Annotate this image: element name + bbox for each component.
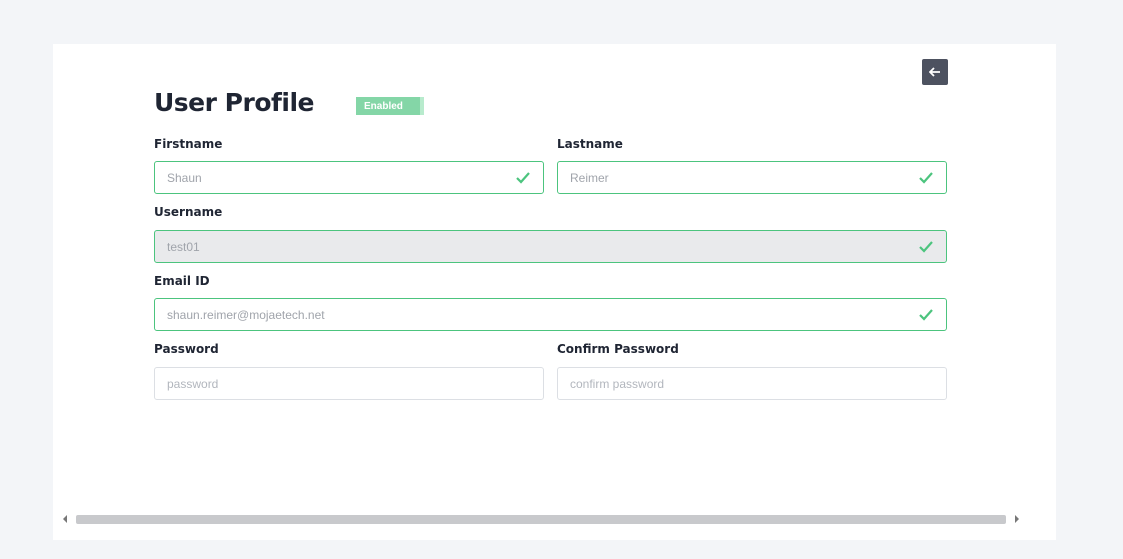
firstname-field[interactable]: Shaun xyxy=(154,161,544,194)
arrow-left-icon xyxy=(929,67,940,77)
lastname-value: Reimer xyxy=(570,170,609,185)
status-badge: Enabled xyxy=(356,97,424,115)
lastname-field[interactable]: Reimer xyxy=(557,161,947,194)
check-icon xyxy=(515,170,531,186)
scrollbar-thumb[interactable] xyxy=(76,514,1006,524)
firstname-label: Firstname xyxy=(154,137,223,151)
password-input[interactable]: password xyxy=(154,367,544,400)
horizontal-scrollbar[interactable] xyxy=(58,512,1024,526)
check-icon xyxy=(918,239,934,255)
email-label: Email ID xyxy=(154,274,210,288)
lastname-label: Lastname xyxy=(557,137,623,151)
back-button[interactable] xyxy=(922,59,948,85)
profile-card xyxy=(53,44,1056,540)
firstname-value: Shaun xyxy=(167,170,202,185)
email-value: shaun.reimer@mojaetech.net xyxy=(167,307,325,322)
check-icon xyxy=(918,307,934,323)
confirm-password-label: Confirm Password xyxy=(557,342,679,356)
username-value: test01 xyxy=(167,239,200,254)
username-label: Username xyxy=(154,205,223,219)
page-title: User Profile xyxy=(154,88,314,117)
email-field[interactable]: shaun.reimer@mojaetech.net xyxy=(154,298,947,331)
password-label: Password xyxy=(154,342,219,356)
scroll-right-icon[interactable] xyxy=(1010,512,1024,526)
username-field: test01 xyxy=(154,230,947,263)
check-icon xyxy=(918,170,934,186)
confirm-password-input[interactable]: confirm password xyxy=(557,367,947,400)
scroll-left-icon[interactable] xyxy=(58,512,72,526)
confirm-password-placeholder: confirm password xyxy=(570,376,665,391)
password-placeholder: password xyxy=(167,376,219,391)
